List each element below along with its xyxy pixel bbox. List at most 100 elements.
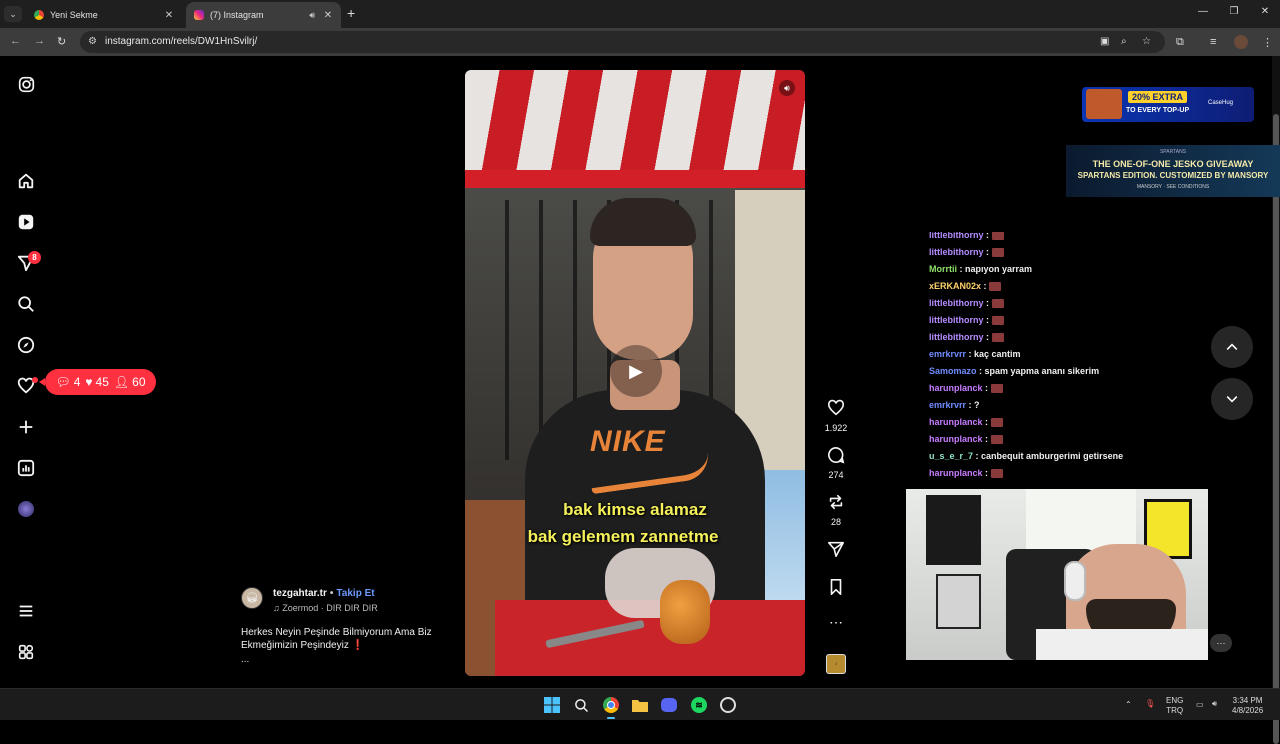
chat-emote-icon xyxy=(990,384,1003,394)
create-plus-icon[interactable] xyxy=(16,417,36,437)
chat-username[interactable]: emrkrvrr xyxy=(929,400,966,410)
zoom-icon[interactable]: ⌕ xyxy=(1121,36,1127,47)
reel-video[interactable]: NIKE ▶ 🔊︎ bak kimse alamaz bak gelemem z… xyxy=(465,70,805,676)
home-icon[interactable] xyxy=(16,171,36,191)
wall-poster xyxy=(926,495,981,565)
chat-message: Morrtii : napıyon yarram xyxy=(929,264,1033,274)
search-icon[interactable] xyxy=(16,294,36,314)
scrollbar-thumb[interactable] xyxy=(1273,114,1279,744)
heart-outline-icon xyxy=(822,399,850,421)
profile-avatar-icon[interactable] xyxy=(16,499,36,519)
share-button[interactable] xyxy=(822,540,850,562)
activity-notification-pill[interactable]: 💬︎ 4 ♥ 45 👤︎ 60 xyxy=(39,369,156,395)
volume-tray-icon[interactable]: 🔊︎ xyxy=(1212,699,1217,709)
chat-username[interactable]: harunplanck xyxy=(929,417,983,427)
chat-emote-icon xyxy=(991,232,1004,241)
chrome-taskbar-icon[interactable] xyxy=(602,696,620,714)
chat-emote-icon xyxy=(990,418,1003,428)
profile-avatar[interactable] xyxy=(1234,35,1248,49)
close-tab-icon[interactable]: ✕ xyxy=(162,10,176,21)
burger-bun xyxy=(660,580,710,644)
reels-icon[interactable] xyxy=(16,212,36,232)
topup-ad-banner: 20% EXTRA TO EVERY TOP-UP CaseHug xyxy=(1082,87,1254,122)
site-info-icon[interactable]: ⚙ xyxy=(88,36,97,47)
next-reel-button[interactable] xyxy=(1211,378,1253,420)
restore-button[interactable]: ❐ xyxy=(1224,6,1244,17)
url-text[interactable]: instagram.com/reels/DW1HnSvilrj/ xyxy=(105,36,257,47)
framed-picture xyxy=(936,574,981,629)
new-tab-button[interactable]: + xyxy=(347,6,355,20)
likes-count: ♥ 45 xyxy=(85,375,109,389)
chat-username[interactable]: Morrtii xyxy=(929,264,957,274)
install-app-icon[interactable]: ▣ xyxy=(1100,36,1109,47)
spotify-icon[interactable]: ≋ xyxy=(690,696,708,714)
obs-icon[interactable] xyxy=(719,696,737,714)
chat-username[interactable]: harunplanck xyxy=(929,434,983,444)
close-window-button[interactable]: ✕ xyxy=(1255,6,1275,17)
heart-icon: ♥ xyxy=(85,375,93,389)
description-more[interactable]: ... xyxy=(241,654,249,665)
chat-username[interactable]: harunplanck xyxy=(929,468,983,478)
network-icon[interactable]: ▭ xyxy=(1196,700,1204,710)
chat-username[interactable]: xERKAN02x xyxy=(929,281,981,291)
follow-button[interactable]: Takip Et xyxy=(336,588,374,599)
instagram-icon xyxy=(194,10,204,20)
minimize-button[interactable]: — xyxy=(1193,6,1213,17)
tab-instagram[interactable]: (7) Instagram 🔊︎ ✕ xyxy=(186,2,341,28)
volume-icon[interactable]: 🔊︎ xyxy=(779,80,795,96)
author-username[interactable]: tezgahtar.tr xyxy=(273,588,327,599)
close-tab-icon[interactable]: ✕ xyxy=(321,10,335,21)
music-info[interactable]: ♫ Zoermod · DIR DIR DIR xyxy=(273,603,378,613)
tray-overflow-icon[interactable]: ⌃ xyxy=(1125,700,1132,710)
chat-username[interactable]: littlebithorny xyxy=(929,232,984,240)
previous-reel-button[interactable] xyxy=(1211,326,1253,368)
instagram-logo-icon[interactable] xyxy=(16,74,36,94)
bookmark-star-icon[interactable]: ☆ xyxy=(1142,36,1151,47)
more-menu-icon[interactable] xyxy=(16,601,36,621)
author-avatar[interactable]: 🍔︎ xyxy=(241,587,263,609)
also-from-meta-icon[interactable] xyxy=(16,642,36,662)
chat-username[interactable]: littlebithorny xyxy=(929,332,984,342)
play-icon[interactable]: ▶ xyxy=(610,345,662,397)
explore-icon[interactable] xyxy=(16,335,36,355)
chat-emote-icon xyxy=(991,333,1004,343)
repost-button[interactable]: 28 xyxy=(822,493,850,527)
comment-button[interactable]: 274 xyxy=(822,446,850,480)
save-button[interactable] xyxy=(822,578,850,600)
overlay-more-icon[interactable]: ⋯ xyxy=(1210,634,1232,652)
discord-icon[interactable] xyxy=(660,696,678,714)
dashboard-icon[interactable] xyxy=(16,458,36,478)
forward-button[interactable]: → xyxy=(34,35,45,47)
media-control-icon[interactable]: ≡ xyxy=(1210,36,1216,48)
reload-button[interactable]: ↻ xyxy=(57,35,66,48)
address-bar[interactable]: ⚙ instagram.com/reels/DW1HnSvilrj/ ▣ ⌕ ☆ xyxy=(80,31,1165,53)
like-button[interactable]: 1.922 xyxy=(822,399,850,433)
chat-emote-icon xyxy=(991,248,1004,258)
microphone-icon[interactable]: 🎙︎ xyxy=(1145,699,1155,709)
extensions-icon[interactable]: ⧉ xyxy=(1176,36,1184,49)
audio-track-thumbnail[interactable]: ♪ xyxy=(826,654,846,674)
chat-username[interactable]: Samomazo xyxy=(929,366,977,376)
tab-new-tab[interactable]: Yeni Sekme ✕ xyxy=(26,2,182,28)
topup-subtitle: TO EVERY TOP-UP xyxy=(1126,107,1190,114)
chat-username[interactable]: littlebithorny xyxy=(929,298,984,308)
clock[interactable]: 3:34 PM 4/8/2026 xyxy=(1232,696,1263,716)
more-options-icon[interactable]: ⋯ xyxy=(822,614,850,631)
chat-username[interactable]: littlebithorny xyxy=(929,315,984,325)
taskbar-search-icon[interactable] xyxy=(572,696,590,714)
language-indicator[interactable]: ENG TRQ xyxy=(1166,696,1183,716)
chrome-icon xyxy=(34,10,44,20)
chat-username[interactable]: emrkrvrr xyxy=(929,349,966,359)
repost-icon xyxy=(822,493,850,515)
speaker-icon[interactable]: 🔊︎ xyxy=(309,10,315,21)
back-button[interactable]: ← xyxy=(10,35,21,47)
chat-username[interactable]: harunplanck xyxy=(929,383,983,393)
menu-icon[interactable]: ⋮ xyxy=(1262,36,1273,49)
tab-title: (7) Instagram xyxy=(210,10,264,20)
chat-username[interactable]: littlebithorny xyxy=(929,247,984,257)
tab-search-button[interactable]: ⌄ xyxy=(4,6,22,22)
file-explorer-icon[interactable] xyxy=(631,696,649,714)
windows-start-icon[interactable] xyxy=(543,696,561,714)
chat-text: napıyon yarram xyxy=(965,264,1033,274)
chat-username[interactable]: u_s_e_r_7 xyxy=(929,451,973,461)
